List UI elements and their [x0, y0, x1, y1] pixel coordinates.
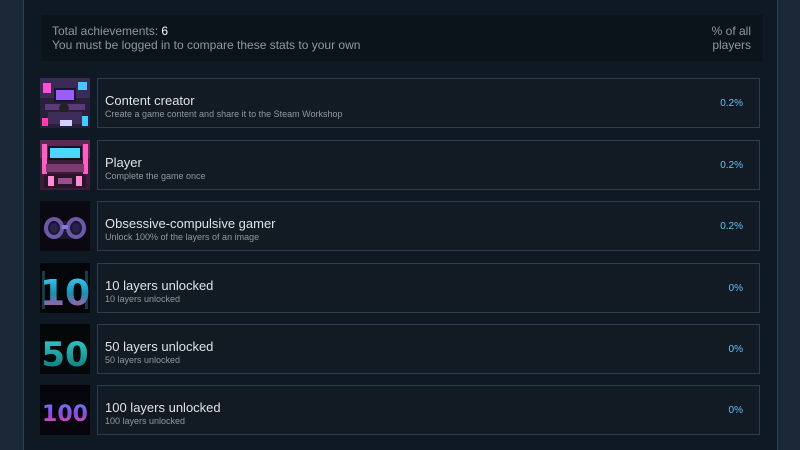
achievement-name: Player [105, 155, 142, 170]
achievement-percent: 0.2% [720, 221, 743, 232]
achievement-description: Unlock 100% of the layers of an image [105, 232, 260, 242]
achievement-percent: 0% [728, 283, 743, 294]
achievement-percent: 0% [728, 405, 743, 416]
achievement-row: Player Complete the game once 0.2% [40, 140, 760, 190]
achievement-description: 100 layers unlocked [105, 416, 186, 426]
total-count: 6 [161, 24, 169, 38]
achievement-name: 50 layers unlocked [105, 339, 214, 354]
page: Total achievements: 6 You must be logged… [0, 0, 800, 450]
cyberpunk-room-icon [40, 78, 90, 128]
achievements-panel: Total achievements: 6 You must be logged… [23, 0, 778, 450]
achievement-name: Obsessive-compulsive gamer [105, 216, 276, 231]
achievement-row: 100 100 layers unlocked 100 layers unloc… [40, 385, 760, 435]
achievement-percent: 0.2% [720, 160, 743, 171]
achievement-card[interactable]: 10 layers unlocked 10 layers unlocked 0% [97, 263, 760, 313]
achievement-description: 50 layers unlocked [105, 355, 181, 365]
achievement-name: Content creator [105, 93, 195, 108]
neon-arcade-room-icon [40, 140, 90, 190]
achievement-percent: 0.2% [720, 98, 743, 109]
neon-glasses-icon [40, 201, 90, 251]
achievement-description: Create a game content and share it to th… [105, 109, 343, 119]
achievement-card[interactable]: 50 layers unlocked 50 layers unlocked 0% [97, 324, 760, 374]
achievement-card[interactable]: Content creator Create a game content an… [97, 78, 760, 128]
svg-text:50: 50 [41, 335, 88, 374]
achievement-card[interactable]: Player Complete the game once 0.2% [97, 140, 760, 190]
achievement-percent: 0% [728, 344, 743, 355]
number-100-icon: 100 [40, 385, 90, 435]
login-note: You must be logged in to compare these s… [52, 38, 361, 52]
achievement-description: 10 layers unlocked [105, 294, 181, 304]
number-50-icon: 50 [40, 324, 90, 374]
achievements-summary: Total achievements: 6 You must be logged… [42, 15, 763, 61]
total-label: Total achievements: [52, 24, 162, 38]
achievement-name: 100 layers unlocked [105, 400, 221, 415]
percent-header: % of all players [711, 24, 751, 52]
achievement-row: 50 50 layers unlocked 50 layers unlocked… [40, 324, 760, 374]
achievement-card[interactable]: Obsessive-compulsive gamer Unlock 100% o… [97, 201, 760, 251]
number-10-icon: 10 [40, 263, 90, 313]
achievement-card[interactable]: 100 layers unlocked 100 layers unlocked … [97, 385, 760, 435]
achievement-row: 10 10 layers unlocked 10 layers unlocked… [40, 263, 760, 313]
svg-text:100: 100 [42, 402, 88, 427]
achievement-name: 10 layers unlocked [105, 278, 214, 293]
svg-text:10: 10 [40, 273, 90, 313]
achievement-description: Complete the game once [105, 171, 206, 181]
achievement-row: Content creator Create a game content an… [40, 78, 760, 128]
achievement-row: Obsessive-compulsive gamer Unlock 100% o… [40, 201, 760, 251]
total-achievements: Total achievements: 6 [52, 24, 360, 38]
summary-text: Total achievements: 6 You must be logged… [52, 24, 360, 52]
